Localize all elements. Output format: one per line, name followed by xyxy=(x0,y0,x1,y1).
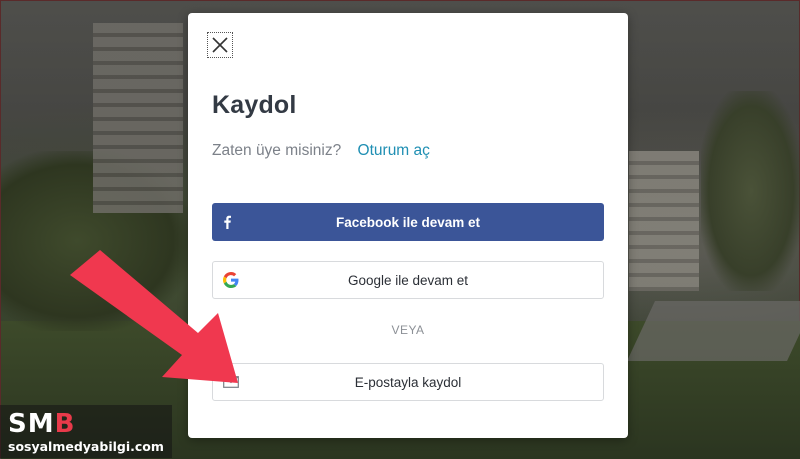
watermark: SMB sosyalmedyabilgi.com xyxy=(0,405,172,458)
email-button-label: E-postayla kaydol xyxy=(354,374,462,390)
close-button[interactable] xyxy=(207,32,233,58)
watermark-logo: SMB xyxy=(8,409,76,439)
modal-title: Kaydol xyxy=(212,91,297,119)
pointer-arrow-icon xyxy=(70,250,238,383)
facebook-continue-button[interactable]: Facebook ile devam et xyxy=(212,203,604,241)
login-link[interactable]: Oturum aç xyxy=(358,142,430,159)
background-building-right xyxy=(629,151,699,291)
google-continue-button[interactable]: Google ile devam et xyxy=(212,261,604,299)
background-tree-right xyxy=(701,91,800,291)
background-path xyxy=(627,301,800,361)
watermark-domain: sosyalmedyabilgi.com xyxy=(8,439,164,454)
facebook-button-label: Facebook ile devam et xyxy=(335,214,481,230)
member-prompt-row: Zaten üye misiniz? Oturum aç xyxy=(212,142,430,160)
close-icon xyxy=(212,37,228,53)
member-prompt-text: Zaten üye misiniz? xyxy=(212,142,342,159)
facebook-icon xyxy=(222,215,232,229)
google-button-label: Google ile devam et xyxy=(347,272,469,288)
signup-modal: Kaydol Zaten üye misiniz? Oturum aç Face… xyxy=(188,13,628,438)
email-signup-button[interactable]: E-postayla kaydol xyxy=(212,363,604,401)
background-building-left xyxy=(93,23,183,213)
or-separator: VEYA xyxy=(391,323,425,337)
